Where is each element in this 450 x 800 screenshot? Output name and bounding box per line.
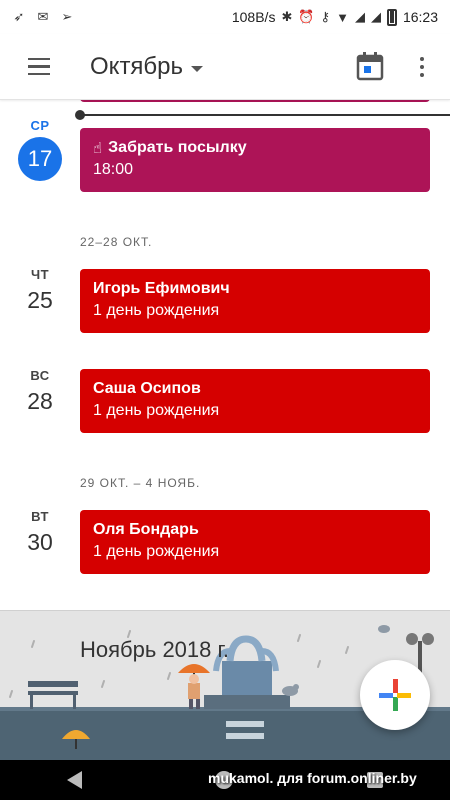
- wifi-icon: ▼: [336, 9, 349, 25]
- week-label: 29 ОКТ. – 4 НОЯБ.: [80, 476, 201, 490]
- add-icon: [379, 679, 411, 711]
- event-title: Саша Осипов: [93, 380, 201, 397]
- event-title: Забрать посылку: [108, 139, 247, 156]
- event-subtitle: 18:00: [93, 161, 134, 178]
- day-number: 30: [27, 529, 53, 555]
- event-subtitle: 1 день рождения: [93, 543, 220, 560]
- calendar-today-icon[interactable]: [356, 51, 384, 81]
- day-of-week: СР: [30, 118, 50, 133]
- partial-event[interactable]: [80, 100, 430, 102]
- battery-icon: [386, 8, 397, 26]
- week-label: 22–28 ОКТ.: [80, 235, 153, 249]
- menu-icon[interactable]: [10, 34, 68, 100]
- month-selector[interactable]: Октябрь: [90, 52, 204, 81]
- bluetooth-icon: ✱: [281, 9, 293, 24]
- event-subtitle: 1 день рождения: [93, 402, 220, 419]
- event-title: Игорь Ефимович: [93, 280, 230, 297]
- network-speed: 108B/s: [231, 9, 276, 25]
- today-date: 17: [18, 137, 62, 181]
- signal-icon: ◢: [354, 9, 365, 24]
- add-event-button[interactable]: [360, 660, 430, 730]
- day-of-week: ЧТ: [30, 267, 50, 282]
- watermark: mukamol. для forum.onliner.by: [208, 770, 417, 786]
- clock: 16:23: [402, 9, 438, 25]
- status-bar: ➶ ✉ ➢ 108B/s ✱ ⏰ ⚷ ▼ ◢ ◢ 16:23: [0, 0, 450, 34]
- mail-icon: ✉: [37, 9, 49, 24]
- day-of-week: ВС: [30, 368, 50, 383]
- calendar-app: ➶ ✉ ➢ 108B/s ✱ ⏰ ⚷ ▼ ◢ ◢ 16:23 Октябрь С…: [0, 0, 450, 800]
- event-card[interactable]: ☝ Забрать посылку 18:00: [80, 128, 430, 192]
- month-title: Октябрь: [90, 52, 184, 80]
- day-header-30[interactable]: ВТ 30: [0, 509, 80, 556]
- event-subtitle: 1 день рождения: [93, 302, 220, 319]
- more-vert-icon[interactable]: [408, 53, 436, 81]
- day-header-25[interactable]: ЧТ 25: [0, 267, 80, 314]
- hand-pointer-icon: ☝: [93, 140, 103, 157]
- day-of-week: ВТ: [31, 509, 49, 524]
- banner-title: Ноябрь 2018 г.: [80, 637, 229, 662]
- system-icons: 108B/s ✱ ⏰ ⚷ ▼ ◢ ◢ 16:23: [231, 8, 450, 26]
- notification-icons: ➶ ✉ ➢: [0, 10, 74, 24]
- day-header-17[interactable]: СР 17: [0, 118, 80, 181]
- key-icon: ⚷: [320, 9, 331, 24]
- app-bar: Октябрь: [0, 34, 450, 100]
- rocket-icon: ➶: [13, 9, 25, 24]
- caret-down-icon: [191, 65, 204, 72]
- event-card[interactable]: Саша Осипов 1 день рождения: [80, 369, 430, 433]
- send-icon: ➢: [61, 9, 73, 24]
- day-number: 25: [27, 287, 53, 313]
- signal-icon-2: ◢: [370, 9, 381, 24]
- back-icon[interactable]: [66, 771, 82, 789]
- event-title: Оля Бондарь: [93, 521, 199, 538]
- day-number: 28: [27, 388, 53, 414]
- alarm-icon: ⏰: [298, 9, 315, 24]
- current-time-line: [80, 114, 450, 116]
- day-header-28[interactable]: ВС 28: [0, 368, 80, 415]
- schedule-list: СР 17 ☝ Забрать посылку 18:00 22–28 ОКТ.…: [0, 100, 450, 610]
- event-card[interactable]: Игорь Ефимович 1 день рождения: [80, 269, 430, 333]
- event-card[interactable]: Оля Бондарь 1 день рождения: [80, 510, 430, 574]
